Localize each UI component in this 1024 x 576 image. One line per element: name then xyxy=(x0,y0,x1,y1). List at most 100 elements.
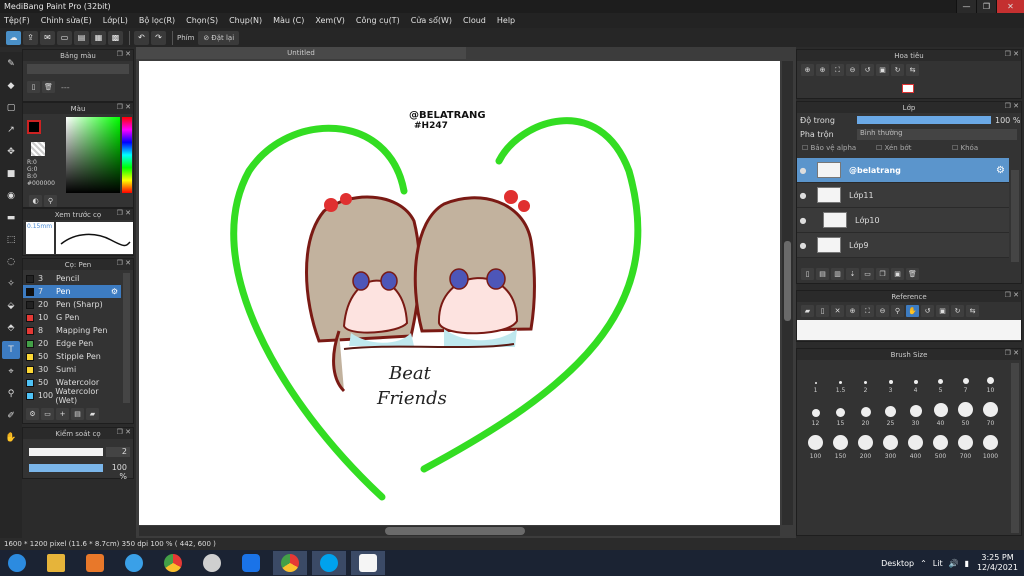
brush-size-cell[interactable]: 200 xyxy=(853,430,878,463)
visibility-eye-icon[interactable]: ● xyxy=(797,216,809,225)
duplicate-layer-icon[interactable]: ❐ xyxy=(876,268,889,280)
layer-row[interactable]: ● Lớp11 xyxy=(797,183,1009,208)
menu-cloud[interactable]: Cloud xyxy=(463,16,486,25)
fit-icon[interactable]: ⛶ xyxy=(861,305,874,317)
brush-size-cell[interactable]: 700 xyxy=(953,430,978,463)
brush-size-cell[interactable]: 1 xyxy=(803,364,828,397)
document-tab[interactable]: Untitled xyxy=(136,47,466,59)
layer-merge-icon[interactable]: ⇣ xyxy=(846,268,859,280)
panel-close-icon[interactable]: ❐ ✕ xyxy=(1005,102,1019,110)
lasso-tool-icon[interactable]: ◌ xyxy=(2,253,20,271)
operation-tool-icon[interactable]: ⌖ xyxy=(2,363,20,381)
brush-item[interactable]: 10 G Pen xyxy=(23,311,121,324)
panel-close-icon[interactable]: ❐ ✕ xyxy=(117,259,131,267)
tray-chevron-icon[interactable]: ⌃ xyxy=(920,559,927,568)
maximize-button[interactable]: ❐ xyxy=(976,0,996,13)
magic-wand-tool-icon[interactable]: ✧ xyxy=(2,275,20,293)
menu-filter[interactable]: Bộ lọc(R) xyxy=(139,16,175,25)
taskbar-media[interactable] xyxy=(78,551,112,575)
taskbar-medibang[interactable] xyxy=(351,551,385,575)
rotate-left-icon[interactable]: ↺ xyxy=(921,305,934,317)
document-icon[interactable]: ▤ xyxy=(74,30,89,45)
opacity-slider[interactable] xyxy=(857,116,991,124)
eyedropper-tool-icon[interactable]: ⚲ xyxy=(2,385,20,403)
visibility-eye-icon[interactable]: ● xyxy=(797,191,809,200)
language-indicator[interactable]: Lit xyxy=(933,559,943,568)
brush-item[interactable]: 7 Pen ⚙ xyxy=(23,285,121,298)
canvas-paper[interactable]: @BELATRANG #H247 Beat Friends xyxy=(139,61,780,525)
brush-item[interactable]: 100 Watercolor (Wet) xyxy=(23,387,121,405)
brush-opacity-slider[interactable] xyxy=(29,464,103,472)
vertical-scrollbar[interactable] xyxy=(782,61,793,525)
tiles-icon[interactable]: ▩ xyxy=(108,30,123,45)
brush-size-cell[interactable]: 5 xyxy=(928,364,953,397)
close-reference-icon[interactable]: ✕ xyxy=(831,305,844,317)
vertical-scroll-thumb[interactable] xyxy=(784,241,791,321)
navigator-thumbnail[interactable] xyxy=(902,84,914,93)
brush-width-slider[interactable] xyxy=(29,448,103,456)
brush-size-cell[interactable]: 7 xyxy=(953,364,978,397)
select-pen-icon[interactable]: ⬙ xyxy=(2,297,20,315)
saturation-value-picker[interactable] xyxy=(66,117,120,193)
fit-icon[interactable]: ⛶ xyxy=(831,64,844,76)
volume-icon[interactable]: 🔊 xyxy=(949,559,959,568)
menu-edit[interactable]: Chỉnh sửa(E) xyxy=(41,16,92,25)
panel-close-icon[interactable]: ❐ ✕ xyxy=(1005,291,1019,299)
palette-select[interactable] xyxy=(27,64,129,74)
taskbar-chrome[interactable] xyxy=(156,551,190,575)
brush-item[interactable]: 20 Pen (Sharp) xyxy=(23,298,121,311)
rotate-right-icon[interactable]: ↻ xyxy=(891,64,904,76)
eyedropper-icon[interactable]: ⚲ xyxy=(891,305,904,317)
divide-tool-icon[interactable]: ✐ xyxy=(2,407,20,425)
visibility-eye-icon[interactable]: ● xyxy=(797,241,809,250)
brush-item[interactable]: 20 Edge Pen xyxy=(23,337,121,350)
layer-scrollbar[interactable] xyxy=(1011,170,1019,262)
redo-icon[interactable]: ↷ xyxy=(151,30,166,45)
network-icon[interactable]: ▮ xyxy=(965,559,969,568)
message-icon[interactable]: ▭ xyxy=(57,30,72,45)
visibility-eye-icon[interactable]: ● xyxy=(797,166,809,175)
horizontal-scroll-thumb[interactable] xyxy=(385,527,525,535)
open-folder-icon[interactable]: ▰ xyxy=(801,305,814,317)
brush-size-cell[interactable]: 300 xyxy=(878,430,903,463)
brush-size-cell[interactable]: 150 xyxy=(828,430,853,463)
move-tool-icon[interactable]: ✥ xyxy=(2,143,20,161)
brush-size-cell[interactable]: 3 xyxy=(878,364,903,397)
layer-row[interactable]: ● @belatrang ⚙ xyxy=(797,158,1009,183)
zoom-in-icon[interactable]: ⊕ xyxy=(816,64,829,76)
menu-color[interactable]: Màu (C) xyxy=(273,16,304,25)
taskbar-zalo[interactable] xyxy=(234,551,268,575)
fullscreen-icon[interactable]: ▣ xyxy=(876,64,889,76)
hand-icon[interactable]: ✋ xyxy=(906,305,919,317)
brush-size-cell[interactable]: 70 xyxy=(978,397,1003,430)
desktop-toolbar-label[interactable]: Desktop xyxy=(881,559,914,568)
brush-size-cell[interactable]: 50 xyxy=(953,397,978,430)
zoom-out-icon[interactable]: ⊖ xyxy=(846,64,859,76)
brush-import-icon[interactable]: ▰ xyxy=(86,408,99,420)
menu-layer[interactable]: Lớp(L) xyxy=(103,16,128,25)
panel-close-icon[interactable]: ❐ ✕ xyxy=(117,209,131,217)
reset-button[interactable]: ⊘ Đặt lại xyxy=(198,30,240,45)
brush-size-cell[interactable]: 12 xyxy=(803,397,828,430)
layer-folder-icon[interactable]: ▭ xyxy=(861,268,874,280)
brush-copy-icon[interactable]: ▤ xyxy=(71,408,84,420)
brush-size-cell[interactable]: 1000 xyxy=(978,430,1003,463)
brush-size-cell[interactable]: 400 xyxy=(903,430,928,463)
menu-help[interactable]: Help xyxy=(497,16,515,25)
brush-size-scrollbar[interactable] xyxy=(1011,363,1019,533)
select-tool-icon[interactable]: ⬚ xyxy=(2,231,20,249)
brush-size-cell[interactable]: 40 xyxy=(928,397,953,430)
start-button[interactable] xyxy=(0,551,34,575)
taskbar-chrome-2[interactable] xyxy=(273,551,307,575)
brush-size-cell[interactable]: 25 xyxy=(878,397,903,430)
close-button[interactable]: ✕ xyxy=(996,0,1024,13)
protect-alpha-checkbox[interactable]: ☐ Bảo vệ alpha xyxy=(802,144,876,152)
taskbar-explorer[interactable] xyxy=(39,551,73,575)
brush-size-cell[interactable]: 100 xyxy=(803,430,828,463)
eyedropper-icon[interactable]: ⚲ xyxy=(44,195,57,207)
clock[interactable]: 3:25 PM 12/4/2021 xyxy=(977,553,1018,573)
brush-item[interactable]: 30 Sumi xyxy=(23,363,121,376)
brush-size-cell[interactable]: 500 xyxy=(928,430,953,463)
layer-settings-gear-icon[interactable]: ⚙ xyxy=(996,165,1005,176)
background-color-swatch[interactable] xyxy=(31,142,45,156)
